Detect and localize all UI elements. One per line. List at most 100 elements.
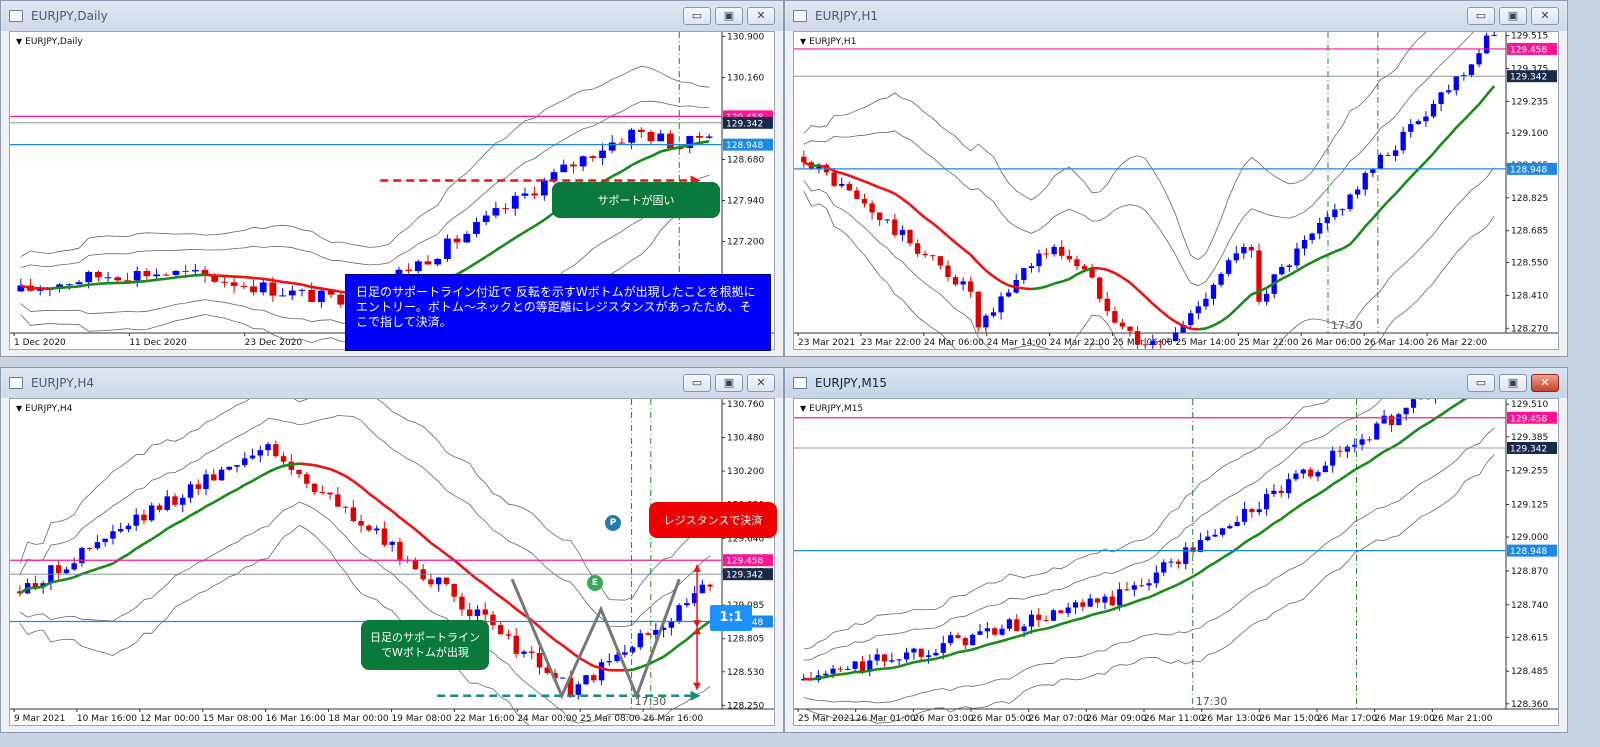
dropdown-triangle-icon[interactable]: ▼ <box>800 37 806 46</box>
moving-average-segment <box>1356 225 1367 237</box>
moving-average-segment <box>81 570 91 576</box>
moving-average-segment <box>1412 426 1422 434</box>
candle-body <box>1212 534 1218 537</box>
candle-body <box>1036 614 1042 621</box>
candle-body <box>55 565 62 574</box>
candle-body <box>85 271 93 283</box>
time-tick-label: 24 Mar 06:00 <box>924 338 984 348</box>
candle-body <box>699 584 706 594</box>
window-titlebar[interactable]: EURJPY,M15 ▭ ▣ ✕ <box>785 368 1567 398</box>
symbol-label[interactable]: ▼ EURJPY,H4 <box>16 404 72 414</box>
candle-body <box>922 253 928 256</box>
chart-window-h1[interactable]: EURJPY,H1 ▭ ▣ ✕ ▼ EURJPY,H1 129.515 129.37… <box>784 0 1568 357</box>
time-tick-label: 25 Mar 08:00 <box>580 714 640 724</box>
time-tick-label: 26 Mar 15:00 <box>1259 714 1319 724</box>
moving-average-segment <box>298 462 307 466</box>
candle-body <box>1005 292 1012 297</box>
moving-average-segment <box>1038 627 1047 632</box>
moving-average-segment <box>112 557 122 565</box>
time-tick-label: 23 Mar 2021 <box>798 338 855 348</box>
minimize-button[interactable]: ▭ <box>683 7 711 25</box>
moving-average-segment <box>1097 610 1106 615</box>
time-tick-label: 26 Mar 22:00 <box>1427 338 1487 348</box>
moving-average-segment <box>1068 273 1078 281</box>
moving-average-segment <box>205 501 215 508</box>
candle-body <box>1278 490 1284 494</box>
price-tick-label: 128.530 <box>727 668 764 678</box>
symbol-label[interactable]: ▼ EURJPY,Daily <box>16 37 83 47</box>
maximize-button[interactable]: ▣ <box>1499 374 1527 392</box>
maximize-button[interactable]: ▣ <box>715 374 743 392</box>
moving-average-segment <box>877 667 885 671</box>
candle-body <box>839 183 845 186</box>
moving-average-segment <box>1227 308 1238 317</box>
symbol-label[interactable]: ▼ EURJPY,H1 <box>800 37 856 47</box>
bollinger-band <box>803 32 1474 287</box>
moving-average-segment <box>1317 488 1327 496</box>
minimize-button[interactable]: ▭ <box>1467 7 1495 25</box>
price-chart[interactable]: ▼ EURJPY,H1 129.515 129.375 129.235 129.100 1… <box>793 31 1559 350</box>
window-titlebar[interactable]: EURJPY,H1 ▭ ▣ ✕ <box>785 1 1567 31</box>
moving-average-segment <box>1303 261 1313 268</box>
moving-average-segment <box>1417 160 1427 171</box>
candle-body <box>1036 253 1042 267</box>
moving-average-segment <box>894 192 904 201</box>
minimize-button[interactable]: ▭ <box>1467 374 1495 392</box>
candle-body <box>317 290 325 303</box>
measured-move-arrow-head <box>693 564 702 572</box>
moving-average-segment <box>1432 143 1443 155</box>
symbol-label[interactable]: ▼ EURJPY,M15 <box>800 404 863 414</box>
moving-average-segment <box>901 197 911 206</box>
moving-average-segment <box>1220 314 1230 323</box>
moving-average-segment <box>1023 630 1032 636</box>
moving-average-segment <box>224 274 235 278</box>
maximize-button[interactable]: ▣ <box>1499 7 1527 25</box>
moving-average-segment <box>931 222 942 231</box>
minimize-button[interactable]: ▭ <box>683 374 711 392</box>
candle-body <box>1087 598 1093 607</box>
chart-window-icon <box>793 377 807 389</box>
moving-average-segment <box>1478 94 1488 106</box>
candle-body <box>637 129 645 133</box>
moving-average-segment <box>321 465 331 471</box>
chart-window-m15[interactable]: EURJPY,M15 ▭ ▣ ✕ ▼ EURJPY,M15 129.510 129.… <box>784 367 1568 733</box>
moving-average-segment <box>863 180 873 186</box>
chart-window-daily[interactable]: EURJPY,Daily ▭ ▣ ✕ ▼ EURJPY,Daily 130.900… <box>0 0 784 357</box>
candle-body <box>1366 439 1372 441</box>
close-button[interactable]: ✕ <box>1531 7 1559 25</box>
close-button[interactable]: ✕ <box>747 7 775 25</box>
window-titlebar[interactable]: EURJPY,Daily ▭ ▣ ✕ <box>1 1 783 31</box>
candle-body <box>531 193 539 196</box>
dropdown-triangle-icon[interactable]: ▼ <box>16 37 22 46</box>
candle-body <box>424 261 432 265</box>
price-tick-label: 129.515 <box>1511 32 1548 42</box>
candle-body <box>1337 450 1343 452</box>
time-tick-label: 26 Mar 07:00 <box>1029 714 1089 724</box>
price-tick-label: 128.410 <box>1511 291 1548 301</box>
price-chart[interactable]: ▼EURJPY,H4 130.760130.480130.200129.9201… <box>9 398 775 726</box>
dropdown-triangle-icon[interactable]: ▼ <box>800 404 806 413</box>
time-tick-label: 26 Mar 19:00 <box>1375 714 1435 724</box>
close-button[interactable]: ✕ <box>1531 374 1559 392</box>
candle-body <box>622 652 628 655</box>
window-title: EURJPY,Daily <box>31 9 108 23</box>
maximize-button[interactable]: ▣ <box>715 7 743 25</box>
profit-marker-icon[interactable]: P <box>605 515 621 531</box>
candle-body <box>466 609 473 616</box>
candle-body <box>1381 415 1387 424</box>
candle-body <box>1468 64 1475 76</box>
candle-body <box>970 634 976 646</box>
moving-average-segment <box>104 562 114 568</box>
window-titlebar[interactable]: EURJPY,H4 ▭ ▣ ✕ <box>1 368 783 398</box>
dropdown-triangle-icon[interactable]: ▼ <box>16 404 22 413</box>
candle-body <box>1234 521 1240 527</box>
entry-marker-icon[interactable]: E <box>587 575 603 591</box>
chart-window-h4[interactable]: EURJPY,H4 ▭ ▣ ✕ ▼ EURJPY,H4 130.760 130.48… <box>0 367 784 733</box>
price-tick-label: 128.870 <box>1511 567 1548 577</box>
moving-average-segment <box>127 280 138 284</box>
candle-body <box>583 675 589 685</box>
close-button[interactable]: ✕ <box>747 374 775 392</box>
candle-body <box>373 528 380 531</box>
price-chart[interactable]: ▼ EURJPY,M15 129.510 129.385 129.255 129.125… <box>793 398 1559 726</box>
candle-body <box>1134 331 1141 345</box>
